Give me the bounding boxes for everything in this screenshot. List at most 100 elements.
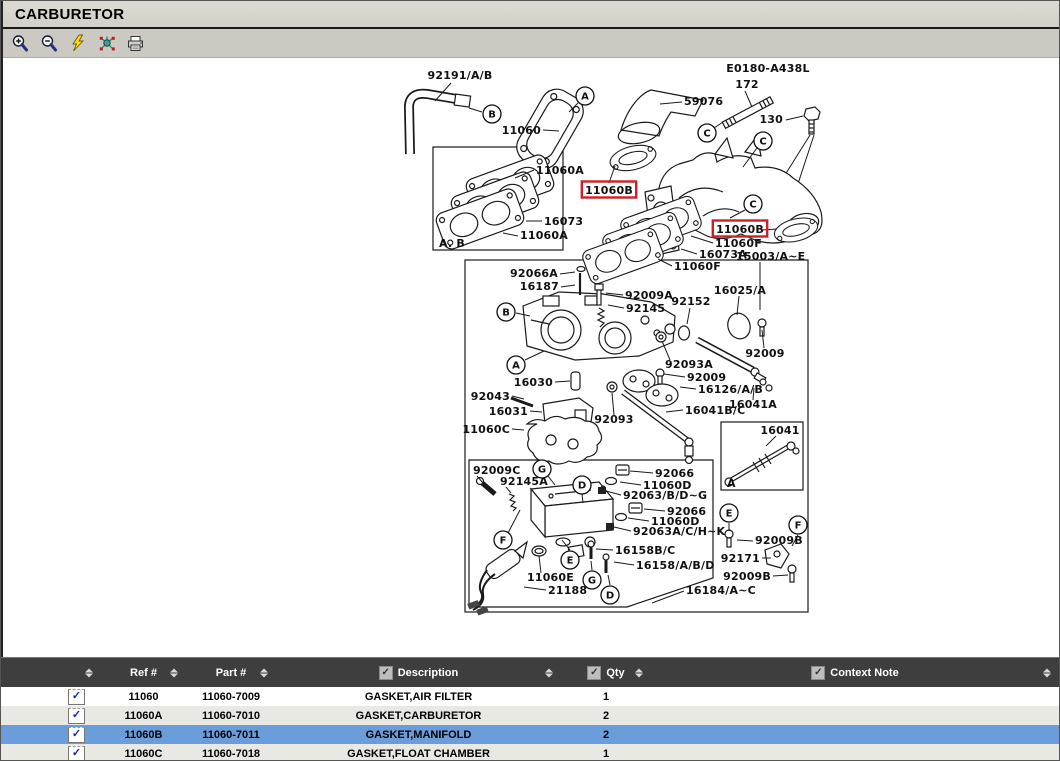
column-checkbox[interactable]: ✓ (379, 666, 393, 680)
part-label-16187: 16187 (520, 280, 559, 293)
row-cell-description: GASKET,FLOAT CHAMBER (276, 744, 561, 761)
parts-catalog-page: CARBURETOR (0, 0, 1060, 761)
callout-letter-d: D (578, 481, 586, 492)
edit-note-icon[interactable]: ✓ (68, 727, 85, 743)
zoom-in-icon[interactable] (10, 33, 30, 53)
column-header-qty: ✓ Qty (561, 658, 651, 687)
sort-arrows-icon[interactable] (1043, 668, 1051, 677)
zoom-out-icon[interactable] (39, 33, 59, 53)
callout-letter-e: E (567, 556, 574, 567)
page-title: CARBURETOR (15, 6, 124, 23)
part-label-16073: 16073 (544, 215, 583, 228)
upper-pane: CARBURETOR (1, 1, 1059, 657)
callout-letter-c: C (759, 137, 766, 148)
part-label-172: 172 (735, 78, 759, 91)
sort-arrows-icon[interactable] (545, 668, 553, 677)
table-row-11060[interactable]: ✓1106011060-7009GASKET,AIR FILTER1 (1, 687, 1059, 706)
part-label-a: A (727, 477, 736, 490)
part-label-92171: 92171 (721, 552, 760, 565)
sort-arrows-icon[interactable] (85, 668, 93, 677)
part-label-92043: 92043 (471, 390, 510, 403)
row-cell-part-number: 11060-7010 (186, 706, 276, 725)
part-label-11060b[interactable]: 11060B (585, 184, 633, 197)
sort-arrows-icon[interactable] (170, 668, 178, 677)
row-cell-context-note (651, 725, 1059, 744)
sort-arrows-icon[interactable] (260, 668, 268, 677)
part-label-16041: 16041 (760, 424, 799, 437)
part-label-130: 130 (759, 113, 783, 126)
callout-letter-e: E (726, 509, 733, 520)
row-cell-part-number: 11060-7011 (186, 725, 276, 744)
part-label-92009: 92009 (745, 347, 784, 360)
column-label: Part # (216, 667, 247, 679)
part-label-ab: A. B (439, 237, 465, 250)
row-cell-context-note (651, 744, 1059, 761)
callout-letter-f: F (795, 521, 802, 532)
table-row-11060c[interactable]: ✓11060C11060-7018GASKET,FLOAT CHAMBER1 (1, 744, 1059, 761)
row-cell-ref-number: 11060B (101, 725, 186, 744)
column-header-part-: Part # (186, 658, 276, 687)
callout-letter-d: D (606, 591, 614, 602)
part-label-16158bc: 16158B/C (615, 544, 675, 557)
column-checkbox[interactable]: ✓ (587, 666, 601, 680)
row-cell-ref-number: 11060 (101, 687, 186, 706)
title-bar: CARBURETOR (3, 1, 1059, 29)
part-label-e0180a438l: E0180-A438L (726, 62, 809, 75)
row-cell-quantity: 2 (561, 725, 651, 744)
row-cell-ref-number: 11060A (101, 706, 186, 725)
row-cell-quantity: 2 (561, 706, 651, 725)
part-label-11060c: 11060C (462, 423, 510, 436)
callout-letter-a: A (581, 92, 589, 103)
part-label-11060f: 11060F (674, 260, 721, 273)
column-label: Ref # (130, 667, 157, 679)
edit-note-icon[interactable]: ✓ (68, 746, 85, 761)
diagram-svg[interactable]: 92191/A/B11060E0180-A438L172590761301106… (3, 58, 1060, 657)
column-checkbox[interactable]: ✓ (811, 666, 825, 680)
part-label-92063achk: 92063A/C/H~K (633, 525, 726, 538)
column-label: Qty (606, 667, 624, 679)
row-cell-quantity: 1 (561, 687, 651, 706)
column-header-icon (1, 658, 101, 687)
part-label-16030: 16030 (514, 376, 553, 389)
part-label-11060b[interactable]: 11060B (716, 223, 764, 236)
part-label-21188: 21188 (548, 584, 587, 597)
edit-note-icon[interactable]: ✓ (68, 689, 85, 705)
part-label-92066a: 92066A (510, 267, 558, 280)
part-label-92009b: 92009B (723, 570, 771, 583)
flash-icon[interactable] (68, 33, 88, 53)
sort-arrows-icon[interactable] (635, 668, 643, 677)
part-label-92063bdg: 92063/B/D~G (623, 489, 707, 502)
edit-note-icon[interactable]: ✓ (68, 708, 85, 724)
row-cell-part-number: 11060-7018 (186, 744, 276, 761)
callout-letter-a: A (512, 361, 520, 372)
row-cell-description: GASKET,MANIFOLD (276, 725, 561, 744)
part-label-16031: 16031 (489, 405, 528, 418)
part-label-16158abd: 16158/A/B/D (636, 559, 715, 572)
row-cell-quantity: 1 (561, 744, 651, 761)
row-cell-description: GASKET,AIR FILTER (276, 687, 561, 706)
table-row-11060b[interactable]: ✓ 11060B11060-7011GASKET,MANIFOLD2 (1, 725, 1059, 744)
column-header-description: ✓ Description (276, 658, 561, 687)
column-header-context-note: ✓ Context Note (651, 658, 1059, 687)
column-label: Context Note (830, 667, 898, 679)
table-row-11060a[interactable]: ✓11060A11060-7010GASKET,CARBURETOR2 (1, 706, 1059, 725)
callout-letter-b: B (502, 308, 510, 319)
row-cell-context-note (651, 687, 1059, 706)
row-cell-icon: ✓ (1, 725, 101, 744)
column-label: Description (398, 667, 459, 679)
callout-letter-c: C (703, 129, 710, 140)
part-label-11060e: 11060E (527, 571, 574, 584)
part-label-16126ab: 16126/A/B (698, 383, 763, 396)
parts-diagram[interactable]: 92191/A/B11060E0180-A438L172590761301106… (3, 58, 1059, 657)
print-icon[interactable] (126, 33, 146, 53)
callout-letter-g: G (538, 465, 546, 476)
part-label-16025a: 16025/A (714, 284, 766, 297)
hotspots-icon[interactable] (97, 33, 117, 53)
part-label-16041a: 16041A (729, 398, 777, 411)
part-label-92009a: 92009A (625, 289, 673, 302)
table-header-row: Ref # Part # ✓ Description ✓ Qty ✓ Context Note (1, 657, 1059, 687)
callout-letter-b: B (488, 110, 496, 121)
callout-letter-f: F (500, 536, 507, 547)
toolbar (3, 29, 1059, 58)
row-cell-icon: ✓ (1, 706, 101, 725)
